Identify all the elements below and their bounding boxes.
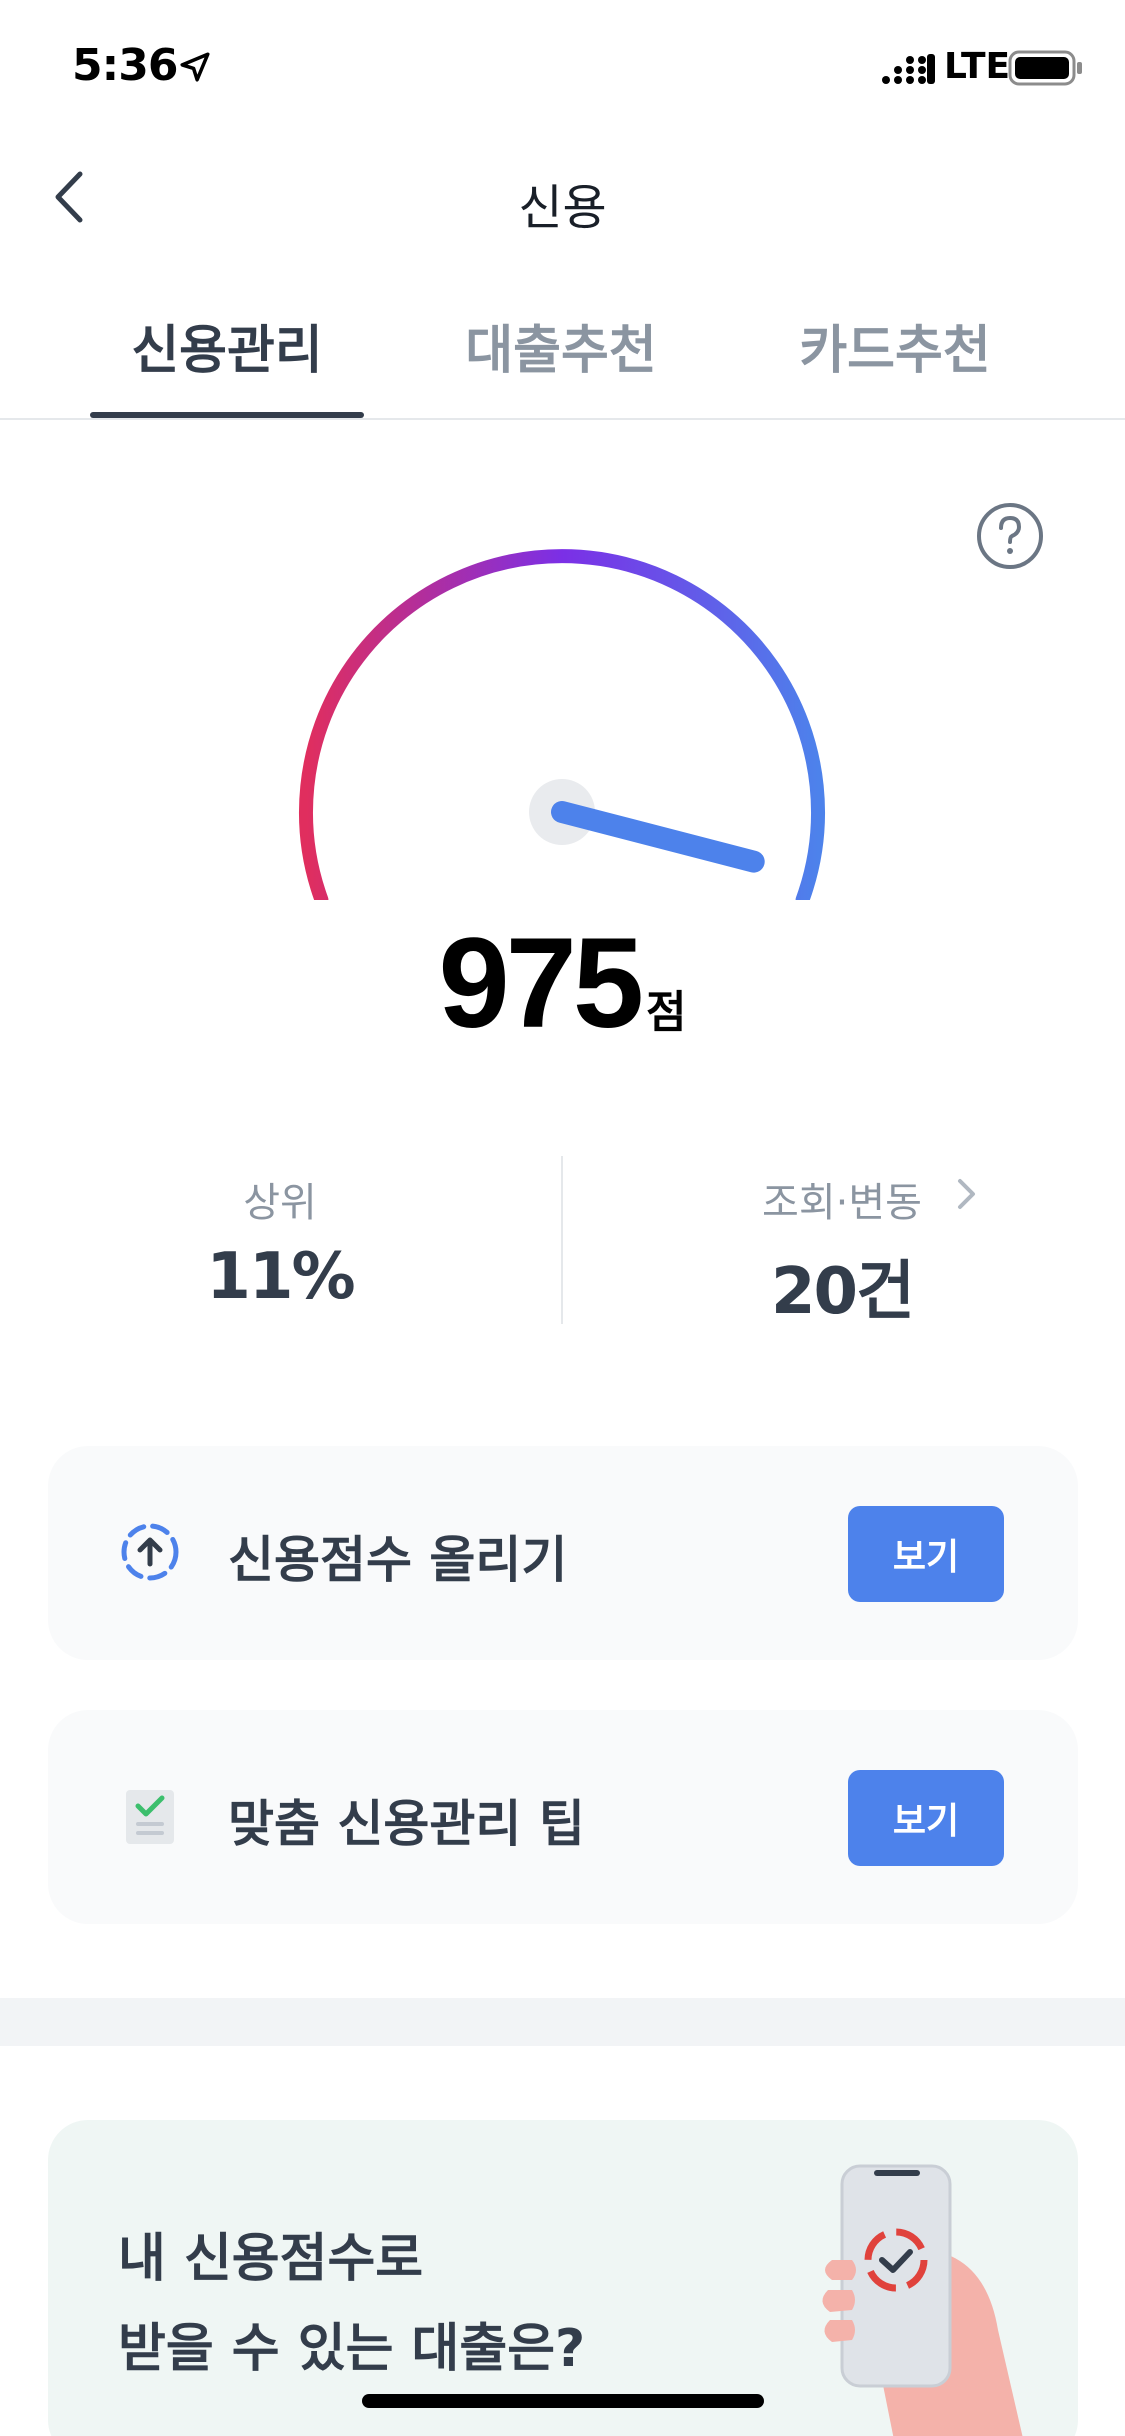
promo-line-1: 내 신용점수로 (118, 2229, 424, 2289)
location-arrow-icon (180, 52, 210, 82)
credit-tips-card[interactable]: 맞춤 신용관리 팁 보기 (48, 1710, 1078, 1924)
tab-credit-management[interactable]: 신용관리 (90, 308, 364, 383)
active-tab-indicator (90, 412, 364, 418)
raise-score-view-button[interactable]: 보기 (848, 1506, 1004, 1602)
raise-score-label: 신용점수 올리기 (228, 1531, 568, 1589)
tab-loan-recommendation[interactable]: 대출추천 (424, 308, 698, 383)
page-title: 신용 (518, 180, 607, 236)
battery-icon (1008, 50, 1082, 86)
tab-bar: 신용관리 대출추천 카드추천 (0, 280, 1125, 420)
credit-tips-label: 맞춤 신용관리 팁 (228, 1795, 585, 1853)
nav-bar: 신용 (0, 132, 1125, 262)
arrow-up-circle-icon (121, 1523, 179, 1581)
credit-stats: 상위 11% 조회·변동 20건 (0, 1150, 1125, 1330)
promo-line-2: 받을 수 있는 대출은? (118, 2319, 586, 2379)
inquiries-stat[interactable]: 조회·변동 20건 (692, 1170, 992, 1332)
tab-card-recommendation[interactable]: 카드추천 (758, 308, 1032, 383)
score-value: 975 (438, 912, 644, 1055)
signal-icon (882, 54, 935, 84)
chevron-right-icon[interactable] (954, 1176, 980, 1212)
rank-label: 상위 (243, 1180, 317, 1226)
network-type: LTE (944, 46, 1011, 87)
help-icon[interactable] (976, 502, 1044, 570)
status-time: 5:36 (72, 40, 178, 91)
gauge-needle (551, 801, 765, 873)
section-divider (0, 1998, 1125, 2046)
credit-tips-view-button[interactable]: 보기 (848, 1770, 1004, 1866)
rank-stat: 상위 11% (130, 1170, 430, 1314)
phone-in-hand-illustration (822, 2164, 1023, 2436)
status-bar: 5:36 LTE (0, 0, 1125, 132)
inquiries-label: 조회·변동 (762, 1180, 922, 1226)
rank-value: 11% (206, 1240, 355, 1314)
checklist-icon (126, 1790, 174, 1844)
inquiries-value: 20건 (771, 1255, 915, 1329)
credit-score: 975 점 (0, 910, 1125, 1057)
score-unit: 점 (646, 987, 687, 1038)
credit-score-gauge (299, 549, 825, 900)
stats-divider (561, 1156, 563, 1324)
loan-promo-banner[interactable]: 내 신용점수로 받을 수 있는 대출은? (48, 2120, 1078, 2436)
home-indicator (362, 2394, 764, 2408)
raise-score-card[interactable]: 신용점수 올리기 보기 (48, 1446, 1078, 1660)
